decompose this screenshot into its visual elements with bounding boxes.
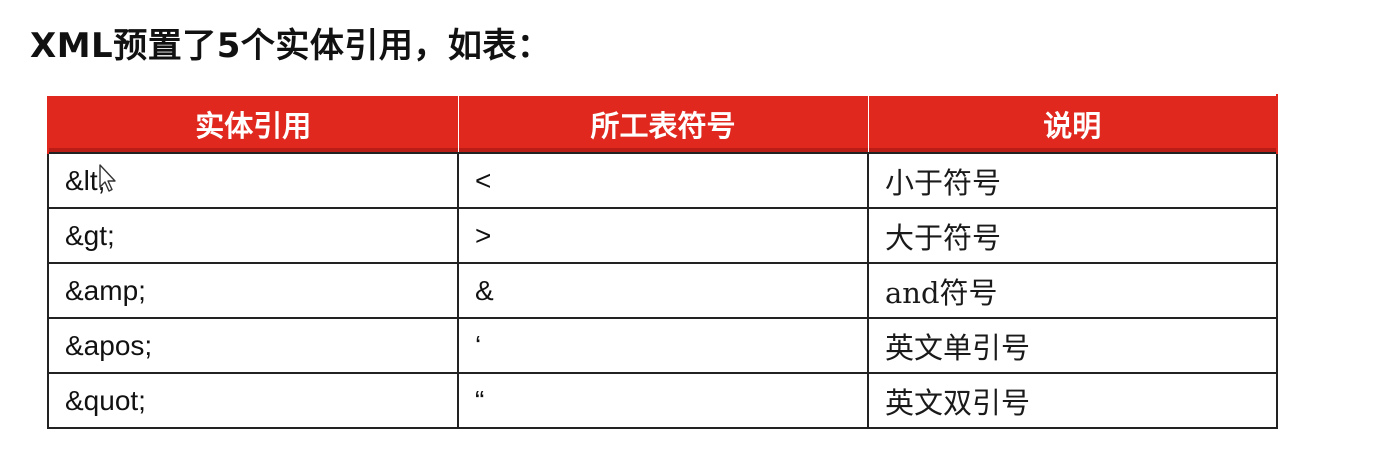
- page-heading: XML预置了5个实体引用，如表：: [30, 26, 552, 66]
- description-cell: 英文单引号: [867, 317, 1278, 374]
- symbol-cell: ‘: [457, 317, 869, 374]
- description-cell: 英文双引号: [867, 372, 1278, 429]
- symbol-cell: &: [457, 262, 869, 319]
- table-row: &quot; “ 英文双引号: [47, 372, 1278, 429]
- symbol-cell: >: [457, 207, 869, 264]
- header-description: 说明: [867, 94, 1278, 153]
- header-entity-reference: 实体引用: [47, 94, 459, 153]
- description-cell: 小于符号: [867, 152, 1278, 209]
- table-row: &apos; ‘ 英文单引号: [47, 317, 1278, 374]
- symbol-cell: “: [457, 372, 869, 429]
- description-cell: 大于符号: [867, 207, 1278, 264]
- table-row: &gt; > 大于符号: [47, 207, 1278, 264]
- header-symbol: 所工表符号: [457, 94, 869, 153]
- mouse-pointer-icon: [99, 164, 116, 192]
- symbol-cell: <: [457, 152, 869, 209]
- table-header-row: 实体引用 所工表符号 说明: [47, 94, 1278, 153]
- entity-reference-table: 实体引用 所工表符号 说明 &lt; < 小于符号 &gt; > 大于符号 &a…: [47, 94, 1278, 429]
- entity-cell: &amp;: [47, 262, 459, 319]
- table-row: &lt; < 小于符号: [47, 152, 1278, 209]
- entity-cell: &apos;: [47, 317, 459, 374]
- table-row: &amp; & and符号: [47, 262, 1278, 319]
- entity-cell: &quot;: [47, 372, 459, 429]
- entity-cell: &gt;: [47, 207, 459, 264]
- description-cell: and符号: [867, 262, 1278, 319]
